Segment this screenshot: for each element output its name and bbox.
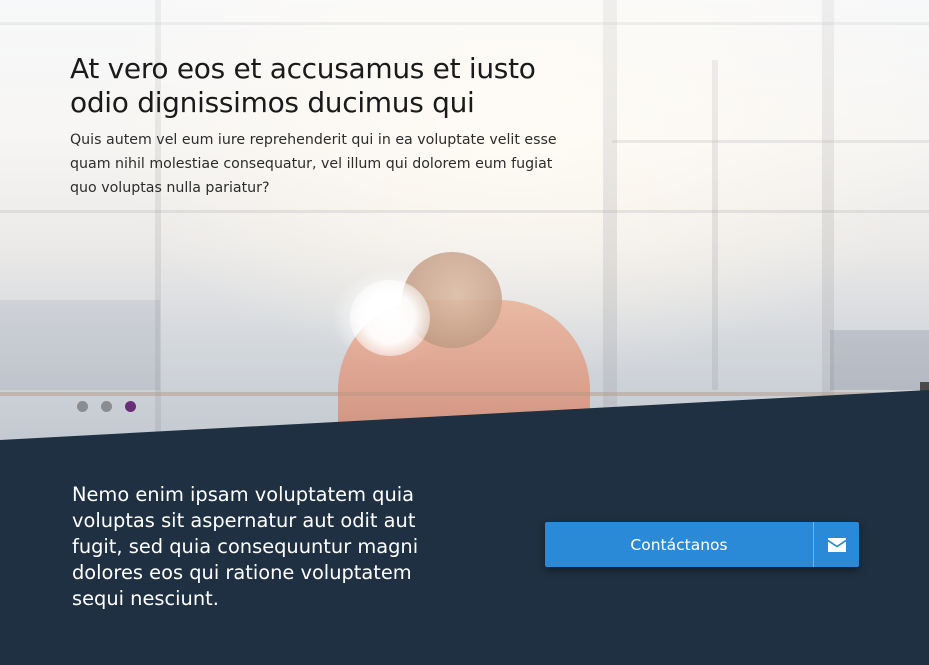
envelope-icon-glyph	[827, 537, 846, 552]
page: At vero eos et accusamus et iusto odio d…	[0, 0, 929, 665]
contact-button[interactable]: Contáctanos	[545, 522, 859, 567]
call-to-action-band: Nemo enim ipsam voluptatem quia voluptas…	[0, 440, 929, 665]
contact-button-label: Contáctanos	[630, 535, 728, 554]
cta-text: Nemo enim ipsam voluptatem quia voluptas…	[72, 483, 419, 610]
diagonal-divider	[0, 390, 929, 448]
photo-lens-glare	[350, 280, 430, 356]
hero-subtitle: Quis autem vel eum iure reprehenderit qu…	[70, 132, 557, 196]
envelope-icon	[813, 522, 859, 567]
hero-caption: At vero eos et accusamus et iusto odio d…	[70, 52, 590, 200]
hero-slider: At vero eos et accusamus et iusto odio d…	[0, 0, 929, 445]
hero-title: At vero eos et accusamus et iusto odio d…	[70, 52, 536, 119]
